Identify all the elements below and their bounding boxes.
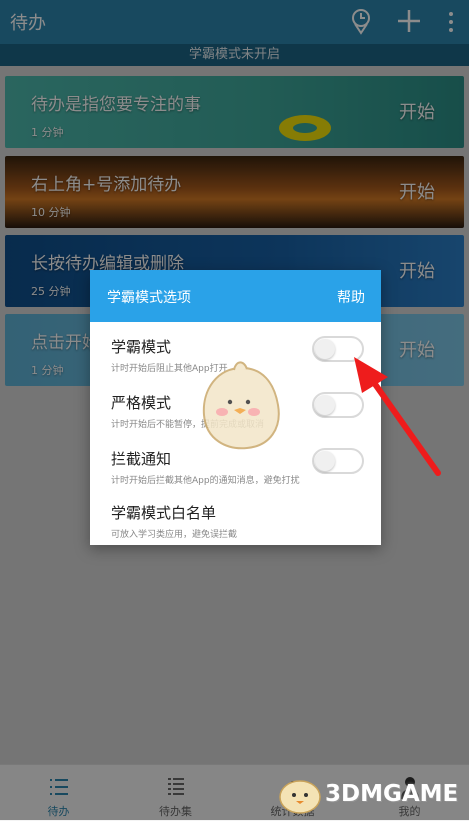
mascot-watermark-image [202,361,280,450]
dialog-header: 学霸模式选项 帮助 [90,270,381,322]
watermark-mascot-image [279,780,321,814]
toggle-knob [315,451,335,471]
help-button[interactable]: 帮助 [337,287,365,307]
site-watermark: 3DMGAME [275,775,465,815]
option-name: 学霸模式 [111,338,172,356]
option-name: 学霸模式白名单 [111,504,217,522]
option-whitelist[interactable]: 学霸模式白名单 可放入学习类应用，避免误拦截 [90,492,381,545]
dialog-title: 学霸模式选项 [107,290,191,306]
watermark-text: 3DMGAME [325,781,459,807]
toggle-knob [315,339,335,359]
option-desc: 计时开始后拦截其他App的通知消息，避免打扰 [111,476,300,486]
option-name: 拦截通知 [111,450,172,468]
red-arrow-annotation [354,357,441,476]
option-name: 严格模式 [111,394,172,412]
toggle-knob [315,395,335,415]
option-desc: 可放入学习类应用，避免误拦截 [111,530,238,540]
